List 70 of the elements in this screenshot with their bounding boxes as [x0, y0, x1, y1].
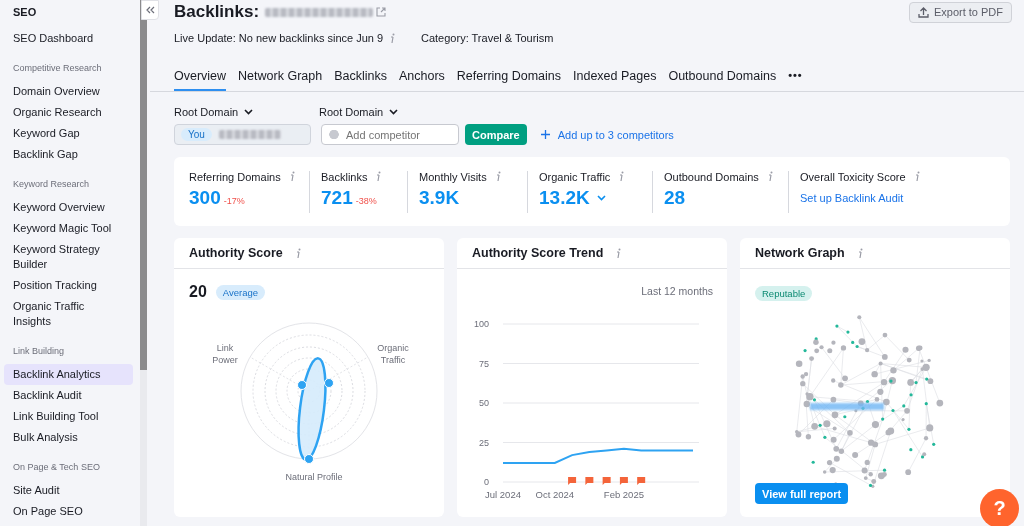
x-axis-label: Oct 2024: [535, 489, 575, 500]
metric-value: 28: [664, 186, 686, 209]
authority-score-value: 20: [189, 283, 207, 301]
live-update-text: Live Update: No new backlinks since Jun 9: [174, 32, 384, 45]
metric-value: 3.9K: [419, 186, 460, 209]
sidebar-item[interactable]: Backlink Analytics: [4, 364, 133, 385]
radar-axis-label: Natural Profile: [284, 471, 344, 483]
metric-change: -38%: [355, 195, 377, 206]
card-title: Authority Score Trend: [472, 246, 604, 260]
tab[interactable]: Overview: [174, 69, 227, 91]
set-up-audit-link[interactable]: Set up Backlink Audit: [800, 191, 950, 204]
sidebar-item[interactable]: Link Building Tool: [4, 406, 133, 427]
tab[interactable]: Anchors: [398, 69, 445, 91]
radar-axis-label: Link Power: [211, 342, 239, 366]
metric-label: Organic Traffic: [539, 170, 611, 183]
sidebar-item[interactable]: Site Audit: [4, 480, 133, 501]
sidebar-item[interactable]: Position Tracking: [4, 275, 133, 296]
y-axis-label: 50: [479, 398, 489, 408]
score-level-badge: Average: [215, 284, 265, 300]
x-axis-label: Jul 2024: [485, 489, 521, 500]
metric-value: 721: [321, 186, 353, 209]
tab[interactable]: Backlinks: [334, 69, 387, 91]
tab[interactable]: Indexed Pages: [573, 69, 657, 91]
sidebar-item[interactable]: SEO Dashboard: [4, 28, 133, 49]
add-competitors-link[interactable]: Add up to 3 competitors: [540, 124, 674, 145]
page-title: Backlinks:: [174, 2, 260, 22]
reputation-badge: Reputable: [755, 286, 813, 301]
tab[interactable]: Referring Domains: [456, 69, 562, 91]
sidebar-section-heading: Link Building: [12, 346, 66, 357]
metric-label: Overall Toxicity Score: [800, 170, 906, 183]
y-axis-label: 25: [479, 437, 489, 448]
you-badge: You: [181, 128, 212, 141]
sidebar-item[interactable]: Organic Research: [4, 102, 133, 123]
competitor-field[interactable]: Add competitor: [321, 124, 459, 145]
x-axis-label: Feb 2025: [603, 489, 644, 500]
card-title: Network Graph: [755, 246, 845, 260]
sidebar-item[interactable]: Keyword Gap: [4, 123, 133, 144]
domain-type-dropdown[interactable]: Root Domain: [319, 105, 459, 118]
tab[interactable]: Network Graph: [238, 69, 323, 91]
y-axis-label: 75: [479, 358, 489, 369]
metric-value: 300: [189, 186, 221, 209]
sidebar-title: SEO: [12, 5, 38, 19]
sidebar-item[interactable]: Backlink Audit: [4, 385, 133, 406]
category-text: Category: Travel & Tourism: [421, 32, 554, 45]
tab[interactable]: Outbound Domains: [668, 69, 777, 91]
metric-label: Referring Domains: [189, 170, 281, 183]
export-to-pdf-button[interactable]: Export to PDF: [908, 1, 1012, 23]
sidebar-item[interactable]: On Page SEO: [4, 501, 133, 522]
sidebar-item[interactable]: Keyword Magic Tool: [4, 218, 133, 239]
time-range-label: Last 12 months: [641, 285, 713, 297]
sidebar-item[interactable]: Organic Traffic Insights: [4, 296, 133, 332]
sidebar-item[interactable]: Keyword Overview: [4, 197, 133, 218]
more-tabs-button[interactable]: •••: [788, 69, 803, 91]
radar-axis-label: Organic Traffic: [376, 342, 410, 366]
sidebar-item[interactable]: Backlink Gap: [4, 144, 133, 165]
your-domain-field[interactable]: You: [174, 124, 311, 145]
sidebar-section-heading: On Page & Tech SEO: [12, 462, 101, 473]
sidebar-item[interactable]: Bulk Analysis: [4, 427, 133, 448]
metric-change: -17%: [223, 195, 245, 206]
sidebar-item[interactable]: Keyword Strategy Builder: [4, 239, 133, 275]
sidebar-section-heading: Competitive Research: [12, 63, 103, 74]
card-title: Authority Score: [189, 246, 283, 260]
metric-label: Outbound Domains: [664, 170, 759, 183]
sidebar-item[interactable]: Domain Overview: [4, 81, 133, 102]
metric-label: Backlinks: [321, 170, 368, 183]
y-axis-label: 100: [473, 319, 489, 329]
domain-type-dropdown[interactable]: Root Domain: [174, 105, 311, 118]
y-axis-label: 0: [484, 477, 489, 487]
metric-label: Monthly Visits: [419, 170, 487, 183]
sidebar-section-heading: Keyword Research: [12, 179, 91, 190]
